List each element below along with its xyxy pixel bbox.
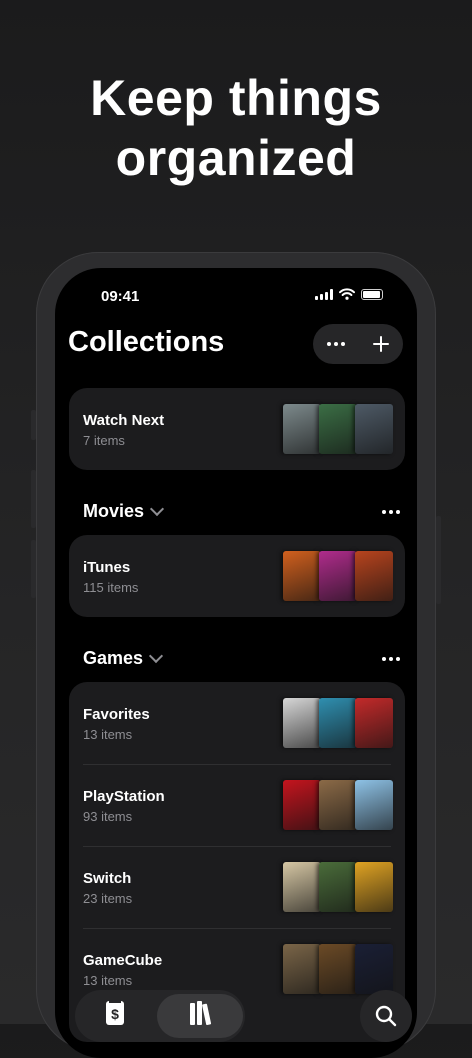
watch-next-card[interactable]: Watch Next 7 items: [69, 388, 405, 470]
collection-count: 7 items: [83, 433, 125, 448]
collection-name: iTunes: [83, 559, 131, 576]
battery-icon: [361, 288, 383, 300]
poster-thumbnail: [319, 551, 357, 601]
poster-thumbnail: [283, 862, 321, 912]
poster-thumbnail: [319, 404, 357, 454]
poster-thumbnail: [283, 698, 321, 748]
chevron-down-icon: [149, 501, 165, 516]
movies-more-button[interactable]: [382, 510, 400, 514]
collection-name: Switch: [83, 870, 132, 887]
status-time: 09:41: [101, 288, 140, 305]
phone-screen: 09:41 Collections Watch Next 7 items Mov…: [55, 268, 417, 1058]
poster-thumbnail: [319, 944, 357, 994]
poster-stack: [283, 780, 393, 830]
more-button[interactable]: [313, 324, 358, 364]
collection-row[interactable]: PlayStation 93 items: [69, 764, 405, 846]
poster-thumbnail: [319, 862, 357, 912]
phone-power-button: [436, 516, 441, 604]
section-label: Movies: [83, 501, 145, 521]
phone-frame: 09:41 Collections Watch Next 7 items Mov…: [36, 252, 436, 1058]
cellular-signal-icon: [315, 288, 333, 300]
store-tag-icon: $: [106, 1001, 124, 1025]
headline-line-1: Keep things: [90, 70, 382, 126]
collection-name: Favorites: [83, 706, 150, 723]
games-more-button[interactable]: [382, 657, 400, 661]
search-button[interactable]: [360, 990, 412, 1042]
tab-store[interactable]: $: [105, 1000, 125, 1031]
movies-card: iTunes 115 items: [69, 535, 405, 617]
poster-thumbnail: [355, 862, 393, 912]
collection-count: 23 items: [83, 891, 133, 906]
collection-row[interactable]: Favorites 13 items: [69, 682, 405, 764]
poster-thumbnail: [283, 404, 321, 454]
games-section-header[interactable]: Games: [83, 648, 164, 669]
collection-count: 93 items: [83, 809, 133, 824]
page-title: Collections: [68, 326, 225, 358]
status-icons: [315, 288, 383, 300]
plus-icon: [372, 336, 389, 352]
collection-name: PlayStation: [83, 788, 165, 805]
library-books-icon: [190, 1001, 212, 1025]
more-dots-icon: [326, 342, 345, 346]
poster-stack: [283, 551, 393, 601]
collection-row[interactable]: Switch 23 items: [69, 846, 405, 928]
poster-stack: [283, 862, 393, 912]
add-collection-button[interactable]: [358, 324, 403, 364]
poster-thumbnail: [355, 698, 393, 748]
games-card: Favorites 13 items PlayStation 93 items: [69, 682, 405, 1042]
poster-thumbnail: [319, 780, 357, 830]
tab-library[interactable]: [189, 1000, 215, 1031]
movies-section-header[interactable]: Movies: [83, 501, 165, 522]
poster-stack: [283, 404, 393, 454]
tab-bar: $: [75, 990, 245, 1042]
promo-headline: Keep things organized: [0, 68, 472, 188]
poster-thumbnail: [355, 404, 393, 454]
headline-line-2: organized: [115, 130, 357, 186]
poster-thumbnail: [355, 780, 393, 830]
collection-count: 13 items: [83, 727, 133, 742]
poster-stack: [283, 944, 393, 994]
collection-count: 13 items: [83, 973, 133, 988]
poster-thumbnail: [283, 944, 321, 994]
poster-thumbnail: [283, 780, 321, 830]
collection-name: Watch Next: [83, 412, 165, 429]
poster-thumbnail: [355, 944, 393, 994]
poster-thumbnail: [319, 698, 357, 748]
collection-row[interactable]: iTunes 115 items: [69, 535, 405, 617]
collection-count: 115 items: [83, 580, 139, 595]
poster-thumbnail: [283, 551, 321, 601]
wifi-icon: [339, 288, 355, 300]
chevron-down-icon: [148, 648, 164, 663]
collection-name: GameCube: [83, 952, 163, 969]
poster-thumbnail: [355, 551, 393, 601]
section-label: Games: [83, 648, 144, 668]
header-actions: [313, 324, 403, 364]
poster-stack: [283, 698, 393, 748]
svg-text:$: $: [111, 1006, 119, 1022]
